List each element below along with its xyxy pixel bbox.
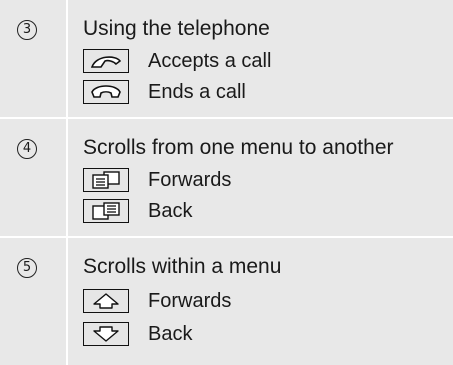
section-row-telephone: 3 Using the telephone Accepts a call End… [0, 0, 453, 117]
section-heading: Scrolls within a menu [83, 255, 282, 278]
item-scroll-back: Back [83, 321, 192, 347]
section-heading: Using the telephone [83, 17, 270, 40]
item-label: Ends a call [148, 81, 246, 103]
item-accept-call: Accepts a call [83, 48, 271, 74]
section-number: 3 [17, 20, 37, 40]
item-label: Accepts a call [148, 50, 272, 72]
item-label: Back [148, 200, 193, 222]
section-row-menu-scroll: 4 Scrolls from one menu to another Forwa… [0, 119, 453, 236]
item-menu-forwards: Forwards [83, 167, 231, 193]
menu-forward-icon [83, 168, 129, 192]
item-label: Back [148, 323, 193, 345]
arrow-down-icon [83, 322, 129, 346]
phone-end-icon [83, 80, 129, 104]
number-cell: 3 [0, 0, 66, 117]
item-label: Forwards [148, 169, 232, 191]
controls-table: 3 Using the telephone Accepts a call End… [0, 0, 453, 365]
phone-accept-icon [83, 49, 129, 73]
arrow-up-icon [83, 289, 129, 313]
item-scroll-forwards: Forwards [83, 288, 231, 314]
section-number: 5 [17, 258, 37, 278]
number-cell: 4 [0, 119, 66, 236]
description-cell: Using the telephone Accepts a call Ends … [68, 0, 453, 117]
menu-back-icon [83, 199, 129, 223]
item-label: Forwards [148, 290, 232, 312]
item-end-call: Ends a call [83, 79, 246, 105]
number-cell: 5 [0, 238, 66, 365]
section-row-within-menu: 5 Scrolls within a menu Forwards Back [0, 238, 453, 365]
section-number: 4 [17, 139, 37, 159]
description-cell: Scrolls within a menu Forwards Back [68, 238, 453, 365]
description-cell: Scrolls from one menu to another Forward… [68, 119, 453, 236]
section-heading: Scrolls from one menu to another [83, 136, 394, 159]
item-menu-back: Back [83, 198, 192, 224]
